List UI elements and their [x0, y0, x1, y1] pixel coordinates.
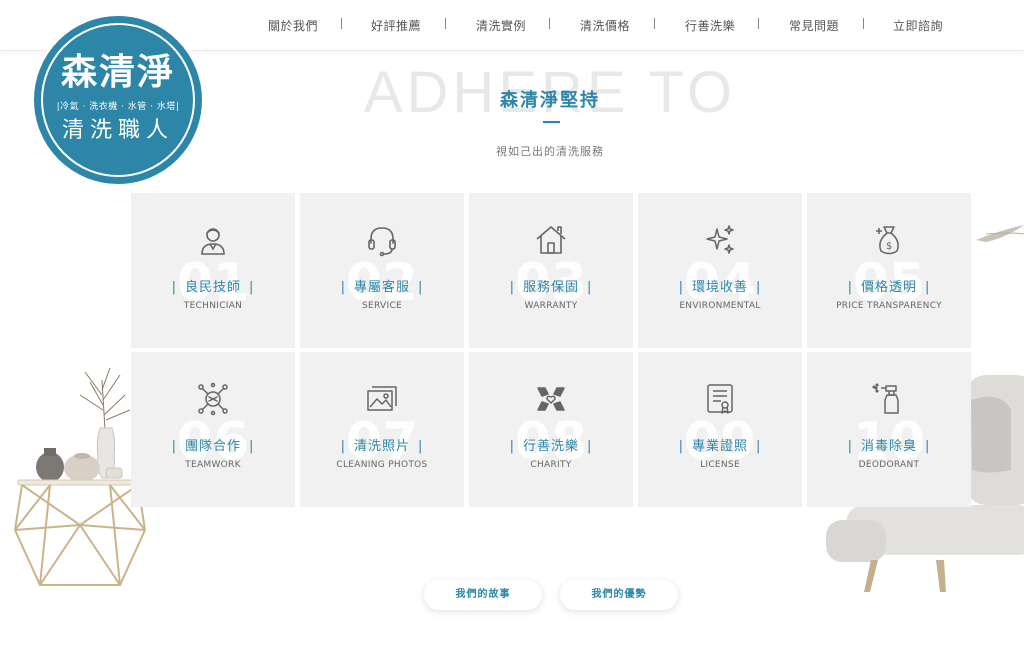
sparkle-icon [706, 225, 734, 254]
tile-subtitle: DEODORANT [858, 460, 920, 470]
feature-tile-environmental[interactable]: 04 | 環境收善 | ENVIRONMENTAL [638, 193, 802, 348]
nav-cases[interactable]: 清洗實例 [476, 17, 526, 34]
feature-tile-technician[interactable]: 01 | 良民技師 | TECHNICIAN [131, 193, 295, 348]
our-story-button[interactable]: 我們的故事 [424, 580, 542, 610]
nav-separator [654, 18, 655, 29]
nav-reviews[interactable]: 好評推薦 [371, 17, 421, 34]
logo-ring [34, 16, 202, 184]
nav-faq[interactable]: 常見問題 [789, 17, 839, 34]
tile-subtitle: WARRANTY [524, 301, 578, 311]
money-bag-icon: $ [876, 226, 899, 255]
feature-tile-warranty[interactable]: 03 | 服務保固 | WARRANTY [469, 193, 633, 348]
tile-subtitle: CLEANING PHOTOS [336, 460, 428, 470]
feature-tile-teamwork[interactable]: 06 | 團隊合作 | TEAMWORK [131, 352, 295, 507]
features-grid: 01 | 良民技師 | TECHNICIAN 02 | 專屬客服 | SERVICE 0… [131, 193, 972, 507]
nav-separator [445, 18, 446, 29]
tile-title: | 專屬客服 | [340, 280, 424, 295]
feature-tile-deodorant[interactable]: 10 | 消毒除臭 | DEODORANT [807, 352, 971, 507]
nav-separator [863, 18, 864, 29]
feature-tile-service[interactable]: 02 | 專屬客服 | SERVICE [300, 193, 464, 348]
logo-title: 森清淨 [60, 52, 175, 93]
tile-subtitle: LICENSE [700, 460, 740, 470]
tile-subtitle: PRICE TRANSPARENCY [836, 301, 942, 311]
headset-icon [368, 227, 396, 257]
tile-title: | 團隊合作 | [171, 439, 255, 454]
tile-title: | 服務保固 | [509, 280, 593, 295]
feature-tile-price[interactable]: 05 $ | 價格透明 | PRICE TRANSPARENCY [807, 193, 971, 348]
tile-subtitle: ENVIRONMENTAL [679, 301, 761, 311]
nav-about[interactable]: 關於我們 [268, 17, 318, 34]
logo-subtitle: 清洗職人 [61, 118, 174, 143]
tile-title: | 消毒除臭 | [847, 439, 931, 454]
technician-icon [201, 228, 225, 255]
title-underline [543, 121, 560, 123]
tile-subtitle: SERVICE [361, 301, 403, 311]
nav-separator [549, 18, 550, 29]
section-subtitle: 視如己出的清洗服務 [496, 145, 604, 158]
tile-title: | 環境收善 | [678, 280, 762, 295]
tile-title: | 專業證照 | [678, 439, 762, 454]
feature-tile-license[interactable]: 09 | 專業證照 | LICENSE [638, 352, 802, 507]
tile-subtitle: CHARITY [530, 460, 572, 470]
nav-pricing[interactable]: 清洗價格 [580, 17, 630, 34]
feature-tile-photos[interactable]: 07 | 清洗照片 | CLEANING PHOTOS [300, 352, 464, 507]
certificate-icon [707, 384, 733, 414]
spray-bottle-icon [872, 383, 899, 414]
nav-charity[interactable]: 行善洗樂 [685, 17, 735, 34]
brand-logo[interactable]: 森清淨 |冷氣 · 洗衣機 · 水管 · 水塔| 清洗職人 [31, 13, 205, 187]
nav-contact[interactable]: 立即諮詢 [893, 17, 943, 34]
nav-separator [341, 18, 342, 29]
svg-text:$: $ [886, 241, 892, 252]
side-table-illustration [13, 367, 147, 586]
nav-separator [758, 18, 759, 29]
house-icon [536, 226, 566, 254]
our-advantage-button[interactable]: 我們的優勢 [560, 580, 678, 610]
teamwork-icon [198, 382, 228, 416]
feature-tile-charity[interactable]: 08 | 行善洗樂 | CHARITY [469, 352, 633, 507]
section-title: 森清淨堅持 [500, 90, 600, 111]
tile-subtitle: TEAMWORK [185, 460, 241, 470]
photos-icon [367, 386, 397, 411]
tile-subtitle: TECHNICIAN [183, 301, 243, 311]
charity-icon [537, 387, 565, 411]
tile-title: | 清洗照片 | [340, 439, 424, 454]
tile-title: | 價格透明 | [847, 280, 931, 295]
logo-tagline: |冷氣 · 洗衣機 · 水管 · 水塔| [56, 102, 180, 112]
tile-title: | 良民技師 | [171, 280, 255, 295]
tile-title: | 行善洗樂 | [509, 439, 593, 454]
